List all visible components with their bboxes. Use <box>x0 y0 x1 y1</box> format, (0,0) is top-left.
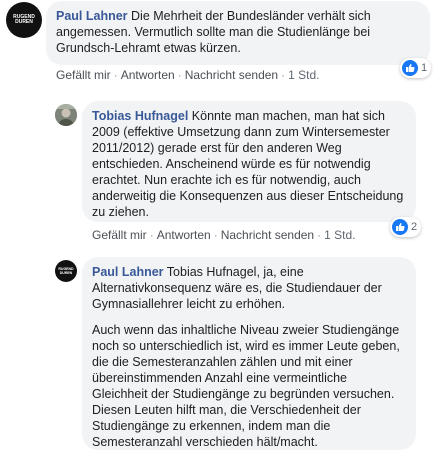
avatar-logo-text: RUGEND DUREN <box>13 14 35 25</box>
timestamp[interactable]: 1 Std. <box>324 228 355 242</box>
avatar-logo-text: RUGEND DUREN <box>58 267 74 275</box>
comment-text: Könnte man machen, man hat sich 2009 (ef… <box>92 109 404 219</box>
reaction-badge[interactable]: 2 <box>390 217 422 237</box>
reply-link[interactable]: Antworten <box>121 68 175 82</box>
comment-author[interactable]: Paul Lahner <box>92 265 164 279</box>
reaction-count: 1 <box>421 62 428 74</box>
like-link[interactable]: Gefällt mir <box>92 228 147 242</box>
profile-photo-icon <box>55 104 77 126</box>
comment-bubble: Tobias Hufnagel Könnte man machen, man h… <box>82 101 416 222</box>
comment-bubble: Paul Lahner Die Mehrheit der Bundeslände… <box>46 1 430 65</box>
thumbs-up-icon <box>402 60 418 76</box>
comment-bubble: Paul Lahner Tobias Hufnagel, ja, eine Al… <box>82 257 416 450</box>
comment-actions: Gefällt mir · Antworten · Nachricht senden · 1… <box>56 68 320 82</box>
comment-actions: Gefällt mir · Antworten · Nachricht senden · 1… <box>92 228 356 242</box>
thumbs-up-icon <box>392 219 408 235</box>
send-message-link[interactable]: Nachricht senden <box>185 68 278 82</box>
reply-link[interactable]: Antworten <box>157 228 211 242</box>
avatar[interactable]: RUGEND DUREN <box>6 2 42 38</box>
avatar[interactable] <box>55 104 77 126</box>
like-link[interactable]: Gefällt mir <box>56 68 111 82</box>
comment-author[interactable]: Tobias Hufnagel <box>92 109 188 123</box>
reaction-badge[interactable]: 1 <box>400 58 432 78</box>
avatar[interactable]: RUGEND DUREN <box>55 260 77 282</box>
comment-author[interactable]: Paul Lahner <box>56 9 128 23</box>
timestamp[interactable]: 1 Std. <box>288 68 319 82</box>
reaction-count: 2 <box>411 221 418 233</box>
comment-paragraph: Auch wenn das inhaltliche Niveau zweier … <box>92 323 400 449</box>
comment-paragraph: Paul Lahner Tobias Hufnagel, ja, eine Al… <box>92 264 406 312</box>
send-message-link[interactable]: Nachricht senden <box>221 228 314 242</box>
